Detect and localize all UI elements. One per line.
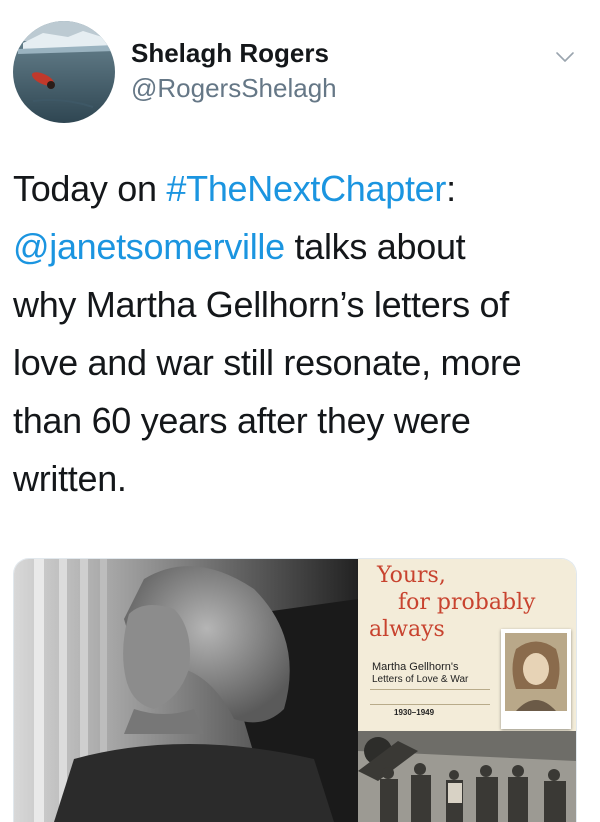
user-handle[interactable]: @RogersShelagh	[131, 73, 337, 104]
mention-link[interactable]: @janetsomerville	[13, 226, 285, 267]
book-cover: Yours, for probably always Martha Gellho…	[358, 559, 576, 822]
book-group-photo	[358, 731, 576, 822]
tweet-line-3: why Martha Gellhorn’s letters of	[13, 284, 509, 325]
book-divider	[370, 689, 490, 690]
tweet-line-2: @janetsomerville talks about	[13, 226, 466, 267]
portrait-photo	[14, 559, 358, 822]
tweet-line-1: Today on #TheNextChapter:	[13, 168, 456, 209]
tweet-text: Today on #TheNextChapter: @janetsomervil…	[13, 160, 588, 508]
book-subtitle-line-2: Letters of Love & War	[372, 674, 469, 685]
chevron-down-icon[interactable]	[553, 45, 577, 69]
hashtag-link[interactable]: #TheNextChapter	[166, 168, 446, 209]
book-title-line-1: Yours,	[377, 563, 446, 588]
book-polaroid-photo	[501, 629, 571, 729]
display-name[interactable]: Shelagh Rogers	[131, 38, 329, 69]
book-title-line-3: always	[369, 617, 445, 642]
book-subtitle-line-1: Martha Gellhorn's	[372, 661, 459, 673]
book-title-line-2: for probably	[398, 590, 536, 615]
book-years: 1930–1949	[394, 708, 435, 717]
tweet-line-5: than 60 years after they were	[13, 400, 471, 441]
tweet-line-6: written.	[13, 458, 127, 499]
book-divider	[370, 704, 490, 705]
avatar[interactable]	[13, 21, 115, 123]
tweet-line-4: love and war still resonate, more	[13, 342, 522, 383]
media-card[interactable]: Yours, for probably always Martha Gellho…	[13, 558, 577, 822]
